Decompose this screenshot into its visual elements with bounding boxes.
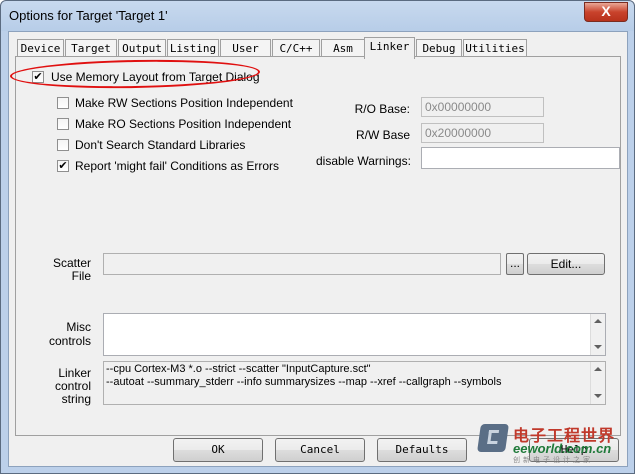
ro-base-label: R/O Base:: [354, 102, 410, 116]
linker-control-scrollbar[interactable]: [590, 362, 605, 404]
tab-device[interactable]: Device: [17, 39, 64, 57]
defaults-button[interactable]: Defaults: [377, 438, 467, 462]
tab-listing[interactable]: Listing: [167, 39, 219, 57]
scatter-label-line1: Scatter: [52, 256, 91, 270]
linker-control-string-box[interactable]: --cpu Cortex-M3 *.o --strict --scatter "…: [103, 361, 606, 405]
might-fail-errors-label: Report 'might fail' Conditions as Errors: [75, 159, 279, 173]
misc-scrollbar[interactable]: [590, 314, 605, 355]
linker-control-label-line3: string: [61, 392, 91, 406]
scatter-browse-button[interactable]: ...: [506, 253, 524, 275]
linker-panel: ✔ Use Memory Layout from Target Dialog M…: [15, 56, 621, 436]
linker-control-line1: --cpu Cortex-M3 *.o --strict --scatter "…: [106, 363, 371, 375]
title-bar[interactable]: Options for Target 'Target 1' X: [1, 1, 634, 31]
misc-label-line1: Misc: [66, 320, 91, 334]
rw-base-label: R/W Base: [355, 128, 410, 142]
rw-base-field[interactable]: 0x20000000: [421, 123, 544, 143]
misc-label-line2: controls: [48, 334, 91, 348]
disable-warnings-input[interactable]: [421, 147, 620, 169]
tab-output[interactable]: Output: [118, 39, 166, 57]
tab-asm[interactable]: Asm: [321, 39, 365, 57]
ro-position-independent-label: Make RO Sections Position Independent: [75, 117, 292, 131]
scroll-down-icon[interactable]: [594, 345, 602, 349]
scatter-edit-button[interactable]: Edit...: [527, 253, 605, 275]
linker-control-label-line2: control: [54, 379, 91, 393]
tab-user[interactable]: User: [220, 39, 271, 57]
ro-position-independent-checkbox[interactable]: [57, 118, 69, 130]
dialog-client-area: Device Target Output Listing User C/C++ …: [8, 31, 628, 467]
close-button[interactable]: X: [584, 2, 628, 22]
disable-warnings-label: disable Warnings:: [316, 154, 411, 168]
watermark-en-text: eeworld.com.cn: [513, 441, 612, 456]
ro-base-field[interactable]: 0x00000000: [421, 97, 544, 117]
tab-target[interactable]: Target: [65, 39, 117, 57]
tab-utilities[interactable]: Utilities: [463, 39, 527, 57]
misc-controls-textarea[interactable]: [103, 313, 606, 356]
tab-linker[interactable]: Linker: [364, 37, 415, 59]
might-fail-errors-checkbox[interactable]: ✔: [57, 160, 69, 172]
scroll-up-icon[interactable]: [594, 367, 602, 371]
linker-control-label-line1: Linker: [58, 366, 91, 380]
eeworld-watermark: 电子工程世界 eeworld.com.cn 创新电子设计之家: [477, 422, 629, 464]
dont-search-std-libs-label: Don't Search Standard Libraries: [75, 138, 246, 152]
tab-c-cpp[interactable]: C/C++: [272, 39, 320, 57]
watermark-sub-text: 创新电子设计之家: [513, 457, 593, 464]
eeworld-logo-icon: [477, 424, 509, 452]
scatter-file-input[interactable]: [103, 253, 501, 275]
window-title: Options for Target 'Target 1': [9, 8, 168, 23]
rw-position-independent-label: Make RW Sections Position Independent: [75, 96, 293, 110]
scatter-label-line2: File: [71, 269, 91, 283]
rw-position-independent-checkbox[interactable]: [57, 97, 69, 109]
scroll-up-icon[interactable]: [594, 319, 602, 323]
ok-button[interactable]: OK: [173, 438, 263, 462]
linker-control-line2: --autoat --summary_stderr --info summary…: [106, 376, 502, 388]
scroll-down-icon[interactable]: [594, 394, 602, 398]
tab-debug[interactable]: Debug: [416, 39, 462, 57]
dont-search-std-libs-checkbox[interactable]: [57, 139, 69, 151]
cancel-button[interactable]: Cancel: [275, 438, 365, 462]
